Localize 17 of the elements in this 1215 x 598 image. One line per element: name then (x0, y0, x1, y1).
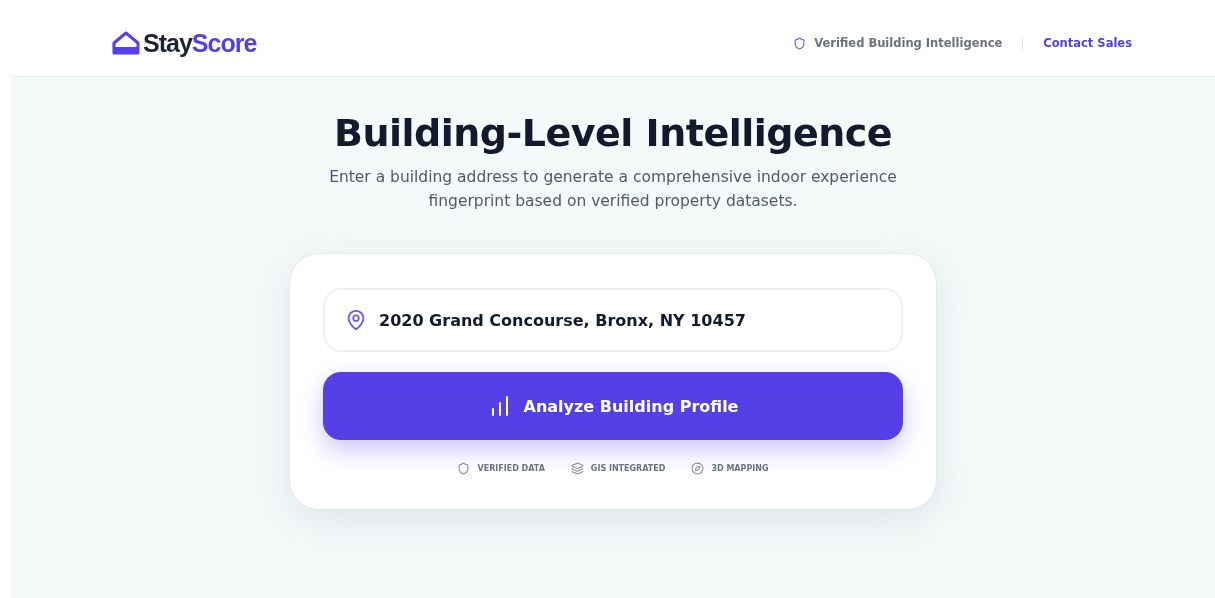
feature-label: GIS INTEGRATED (590, 464, 666, 473)
shield-icon (793, 36, 807, 50)
compass-icon (691, 462, 705, 475)
layers-icon (570, 462, 584, 475)
page-title: Building-Level Intelligence (333, 111, 893, 155)
map-pin-icon (345, 309, 367, 331)
page-subtitle: Enter a building address to generate a comprehensive indoor experience fingerprint based on verified property datasets. (328, 167, 898, 212)
house-logo-icon (111, 30, 141, 56)
contact-sales-link[interactable]: Contact Sales (1023, 36, 1132, 50)
feature-label: VERIFIED DATA (477, 464, 545, 473)
address-field[interactable]: 2020 Grand Concourse, Bronx, NY 10457 (323, 288, 903, 352)
logo-wordmark: StayScore (143, 28, 257, 58)
shield-icon (457, 462, 471, 475)
logo[interactable]: StayScore (111, 28, 257, 58)
analyze-button[interactable]: Analyze Building Profile (323, 372, 903, 440)
verified-text: Verified Building Intelligence (814, 36, 1003, 50)
feature-label: 3D MAPPING (711, 464, 769, 473)
